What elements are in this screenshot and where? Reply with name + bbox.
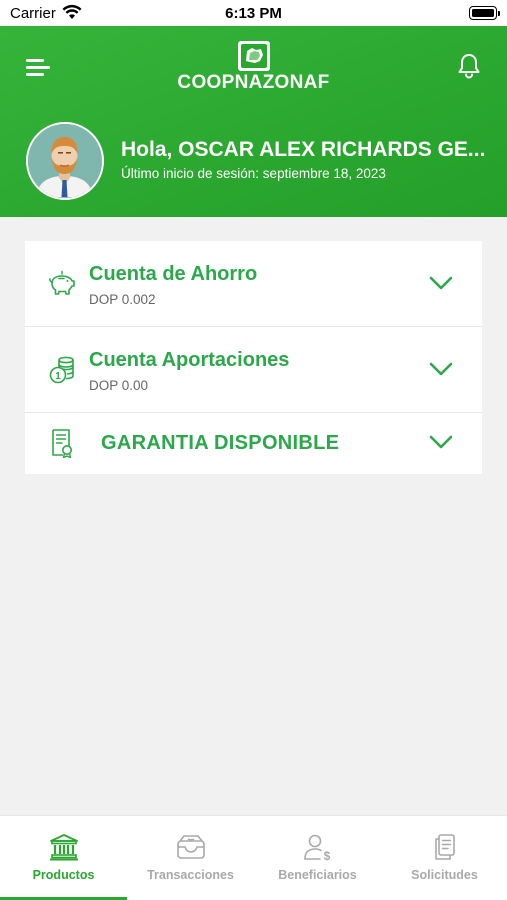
product-contributions-account[interactable]: 1 Cuenta Aportaciones DOP 0.00	[25, 327, 482, 413]
product-balance: DOP 0.002	[89, 292, 156, 307]
documents-icon	[434, 834, 455, 860]
user-avatar-icon	[28, 124, 101, 197]
menu-line	[26, 59, 44, 62]
tab-transacciones[interactable]: Transacciones	[127, 816, 254, 900]
product-available-guarantee[interactable]: GARANTIA DISPONIBLE	[25, 413, 482, 474]
product-title: GARANTIA DISPONIBLE	[101, 432, 340, 454]
tab-label: Beneficiarios	[278, 868, 357, 882]
wallet-icon	[176, 835, 205, 859]
tab-solicitudes[interactable]: Solicitudes	[381, 816, 507, 900]
chevron-down-icon[interactable]	[429, 361, 453, 377]
coins-icon: 1	[49, 356, 74, 384]
battery-icon	[469, 6, 500, 20]
svg-text:1: 1	[55, 371, 61, 382]
piggy-bank-icon	[49, 270, 75, 295]
chevron-down-icon[interactable]	[429, 434, 453, 450]
brand-name: COOPNAZONAF	[177, 72, 330, 93]
certificate-icon	[52, 429, 72, 458]
notifications-button[interactable]	[456, 52, 482, 80]
user-avatar[interactable]	[26, 122, 104, 200]
brand-logo-icon	[238, 41, 270, 71]
menu-line	[26, 66, 50, 69]
status-bar: Carrier 6:13 PM	[0, 0, 507, 26]
user-dollar-icon: $	[303, 834, 330, 861]
app-header: COOPNAZONAF Hola, OSCAR ALEX RICHARDS GE…	[0, 26, 507, 217]
tab-label: Transacciones	[147, 868, 234, 882]
chevron-down-icon[interactable]	[429, 275, 453, 291]
user-greeting: Hola, OSCAR ALEX RICHARDS GE...	[121, 138, 486, 161]
last-login-text: Último inicio de sesión: septiembre 18, …	[121, 166, 386, 181]
product-balance: DOP 0.00	[89, 378, 149, 393]
product-title: Cuenta de Ahorro	[89, 263, 258, 285]
bell-icon	[458, 54, 480, 79]
bank-icon	[49, 834, 78, 861]
bottom-tab-bar: Productos Transacciones $ Beneficiarios …	[0, 815, 507, 900]
product-savings-account[interactable]: Cuenta de Ahorro DOP 0.002	[25, 241, 482, 327]
product-title: Cuenta Aportaciones	[89, 349, 290, 371]
tab-productos[interactable]: Productos	[0, 816, 127, 900]
tab-label: Solicitudes	[411, 868, 478, 882]
clock-time: 6:13 PM	[225, 5, 282, 22]
tab-label: Productos	[32, 868, 95, 882]
tab-beneficiarios[interactable]: $ Beneficiarios	[254, 816, 381, 900]
products-list: Cuenta de Ahorro DOP 0.002 1 Cuenta Apor…	[25, 241, 482, 474]
svg-text:$: $	[323, 849, 330, 861]
